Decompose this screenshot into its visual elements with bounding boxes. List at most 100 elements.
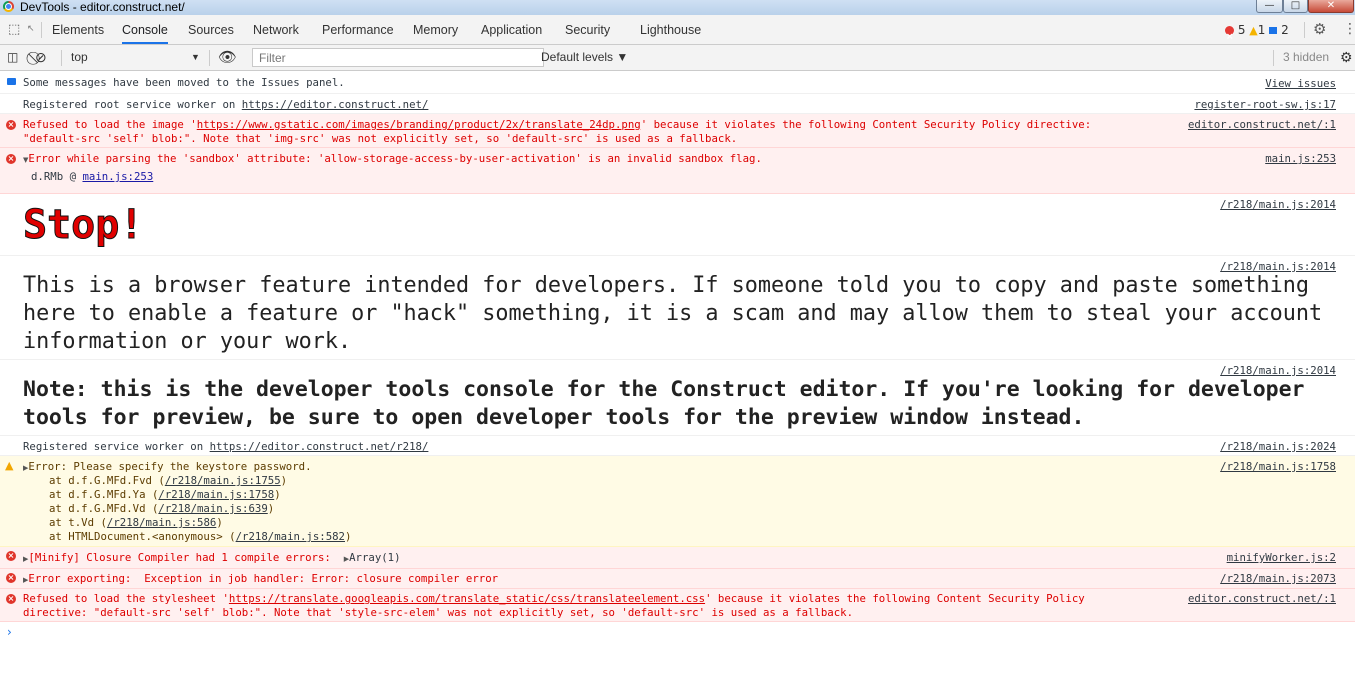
tab-application[interactable]: Application — [481, 15, 542, 44]
frame-link[interactable]: /r218/main.js:582 — [236, 530, 345, 543]
warning-count-icon: ▲ — [1249, 24, 1258, 37]
frame-link[interactable]: main.js:253 — [82, 170, 153, 183]
message-text: Refused to load the stylesheet ' — [23, 592, 229, 605]
error-icon: × — [6, 551, 16, 561]
message-count-icon — [1269, 27, 1278, 34]
stop-warning-text: Stop! — [22, 202, 144, 249]
url-link[interactable]: https://www.gstatic.com/images/branding/… — [197, 118, 641, 131]
stack-frame: at d.f.G.MFd.Fvd ( — [49, 474, 165, 487]
divider — [41, 22, 42, 38]
message-text: Registered service worker on — [23, 440, 210, 453]
source-link[interactable]: /r218/main.js:1758 — [1220, 460, 1336, 474]
stack-frame: at HTMLDocument.<anonymous> ( — [49, 530, 236, 543]
tab-lighthouse[interactable]: Lighthouse — [640, 15, 701, 44]
source-link[interactable]: editor.construct.net/:1 — [1188, 118, 1336, 132]
array-preview[interactable]: Array(1) — [349, 551, 400, 564]
minimize-button[interactable]: — — [1256, 0, 1283, 13]
console-message-log: Registered root service worker on https:… — [0, 94, 1355, 114]
clear-console-ring-icon: ⊘ — [35, 49, 47, 65]
tab-console[interactable]: Console — [122, 15, 168, 44]
frame-link[interactable]: /r218/main.js:639 — [158, 502, 267, 515]
source-link[interactable]: /r218/main.js:2024 — [1220, 440, 1336, 454]
console-message-big: This is a browser feature intended for d… — [0, 256, 1355, 360]
message-text: "default-src 'self' blob:". Note that 'i… — [23, 132, 738, 145]
view-issues-link[interactable]: View issues — [1265, 77, 1336, 91]
tab-security[interactable]: Security — [565, 15, 610, 44]
source-link[interactable]: minifyWorker.js:2 — [1227, 551, 1336, 565]
chevron-down-icon[interactable]: ▼ — [191, 45, 200, 70]
warning-icon: ▲ — [5, 459, 14, 472]
window-title-bar: DevTools - editor.construct.net/ — □ ✕ — [0, 0, 1355, 15]
console-prompt-icon[interactable]: › — [7, 625, 12, 639]
frame-link[interactable]: /r218/main.js:1758 — [158, 488, 274, 501]
stack-frame: ) — [274, 488, 281, 501]
divider — [1273, 50, 1274, 66]
message-text: Error while parsing the 'sandbox' attrib… — [28, 152, 762, 165]
inspect-element-icon[interactable]: ⬚ — [8, 15, 20, 44]
source-link[interactable]: register-root-sw.js:17 — [1194, 98, 1336, 112]
warning-count: 1 — [1257, 23, 1266, 37]
message-text: ' because it violates the following Cont… — [640, 118, 1092, 131]
console-message-warning: ▲ ▶Error: Please specify the keystore pa… — [0, 456, 1355, 547]
stack-frame: ) — [267, 502, 275, 515]
message-text: Registered root service worker on — [23, 98, 242, 111]
filter-input[interactable] — [252, 48, 544, 67]
url-link[interactable]: https://translate.googleapis.com/transla… — [229, 592, 705, 605]
console-message-error: × ▶[Minify] Closure Compiler had 1 compi… — [0, 547, 1355, 569]
message-text: directive: "default-src 'self' blob:". N… — [23, 606, 854, 619]
message-text: Some messages have been moved to the Iss… — [23, 76, 345, 89]
source-link[interactable]: /r218/main.js:2014 — [1220, 364, 1336, 378]
log-levels-dropdown[interactable]: Default levels ▼ — [541, 45, 628, 70]
close-button[interactable]: ✕ — [1308, 0, 1354, 13]
stack-frame: d.RMb @ — [31, 170, 83, 183]
console-message-info: Some messages have been moved to the Iss… — [0, 71, 1355, 94]
console-settings-icon[interactable]: ⚙ — [1340, 45, 1353, 70]
console-message-big: Note: this is the developer tools consol… — [0, 360, 1355, 436]
stack-frame: ) — [280, 474, 288, 487]
eye-icon[interactable]: 👁 — [218, 45, 237, 70]
devtools-tab-bar: ⬚ ↖ Elements Console Sources Network Per… — [0, 15, 1355, 53]
hidden-count: 3 hidden — [1283, 50, 1330, 64]
error-icon: × — [6, 573, 16, 583]
error-count-icon — [1225, 22, 1234, 53]
context-selector[interactable]: top — [71, 45, 88, 70]
url-link[interactable]: https://editor.construct.net/ — [242, 98, 429, 111]
source-link[interactable]: main.js:253 — [1265, 152, 1336, 166]
error-icon: × — [6, 154, 16, 164]
tab-memory[interactable]: Memory — [413, 15, 458, 44]
message-text: [Minify] Closure Compiler had 1 compile … — [28, 551, 344, 564]
maximize-button[interactable]: □ — [1283, 0, 1308, 13]
settings-gear-icon[interactable]: ⚙ — [1313, 15, 1326, 44]
error-count: 5 — [1237, 23, 1246, 37]
frame-link[interactable]: /r218/main.js:1755 — [165, 474, 281, 487]
scam-warning-text: This is a browser feature intended for d… — [23, 273, 1323, 354]
url-link[interactable]: https://editor.construct.net/r218/ — [210, 440, 429, 453]
message-text: Refused to load the image ' — [23, 118, 197, 131]
source-link[interactable]: editor.construct.net/:1 — [1188, 592, 1336, 606]
window-title: DevTools - editor.construct.net/ — [20, 0, 185, 14]
more-options-icon[interactable]: ⋮ — [1343, 15, 1355, 44]
console-message-log: Registered service worker on https://edi… — [0, 436, 1355, 456]
tab-network[interactable]: Network — [253, 15, 299, 44]
message-count: 2 — [1281, 23, 1289, 37]
source-link[interactable]: /r218/main.js:2073 — [1220, 572, 1336, 586]
divider — [61, 50, 62, 66]
message-text: ' because it violates the following Cont… — [705, 592, 1085, 605]
source-link[interactable]: /r218/main.js:2014 — [1220, 260, 1336, 274]
frame-link[interactable]: /r218/main.js:586 — [107, 516, 216, 529]
chrome-icon — [3, 1, 14, 12]
tab-elements[interactable]: Elements — [52, 15, 104, 44]
stack-frame: at d.f.G.MFd.Vd ( — [49, 502, 159, 515]
error-icon: × — [6, 120, 16, 130]
console-toolbar: ◫ ⃠ ⊘ top ▼ 👁 Default levels ▼ 3 hidden … — [0, 45, 1355, 71]
cursor-icon: ↖ — [27, 24, 35, 34]
source-link[interactable]: /r218/main.js:2014 — [1220, 198, 1336, 212]
sidebar-toggle-icon[interactable]: ◫ — [7, 45, 18, 70]
tab-performance[interactable]: Performance — [322, 15, 394, 44]
tab-sources[interactable]: Sources — [188, 15, 234, 44]
console-message-error: × Refused to load the image 'https://www… — [0, 114, 1355, 148]
divider — [209, 50, 210, 66]
console-message-big: Stop! /r218/main.js:2014 — [0, 194, 1355, 256]
issue-counter[interactable]: 5 ▲1 2 — [1225, 15, 1289, 53]
stack-frame: ) — [345, 530, 352, 543]
